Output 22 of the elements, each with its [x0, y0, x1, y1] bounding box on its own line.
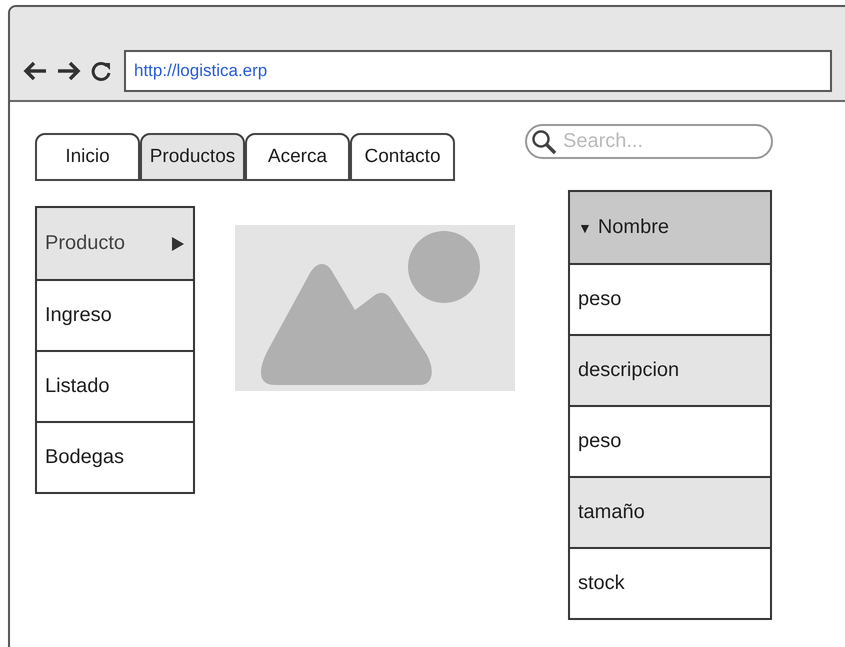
search-icon [531, 128, 557, 154]
list-row[interactable]: tamaño [570, 476, 770, 547]
menu-item-label: Listado [45, 375, 110, 398]
tab[interactable]: Contacto [350, 133, 455, 181]
submenu-arrow-icon [171, 236, 185, 252]
menu-item-label: Ingreso [45, 304, 112, 327]
forward-icon[interactable] [56, 60, 82, 82]
header-label: Nombre [598, 216, 669, 239]
search-input[interactable]: Search... [561, 129, 765, 154]
tab[interactable]: Productos [140, 133, 245, 181]
list-row[interactable]: descripcion [570, 334, 770, 405]
menu-item-label: Producto [45, 232, 126, 255]
sort-icon: ▼ [578, 220, 592, 236]
list-header[interactable]: ▼ Nombre [570, 192, 770, 263]
tab[interactable]: Inicio [35, 133, 140, 181]
address-field[interactable]: http://logistica.erp [124, 50, 832, 92]
search-bar[interactable]: Search... [525, 124, 773, 159]
back-icon[interactable] [22, 60, 48, 82]
menu-item[interactable]: Producto [37, 208, 193, 279]
tab[interactable]: Acerca [245, 133, 350, 181]
reload-icon[interactable] [90, 60, 112, 82]
menu-item-label: Bodegas [45, 446, 124, 469]
